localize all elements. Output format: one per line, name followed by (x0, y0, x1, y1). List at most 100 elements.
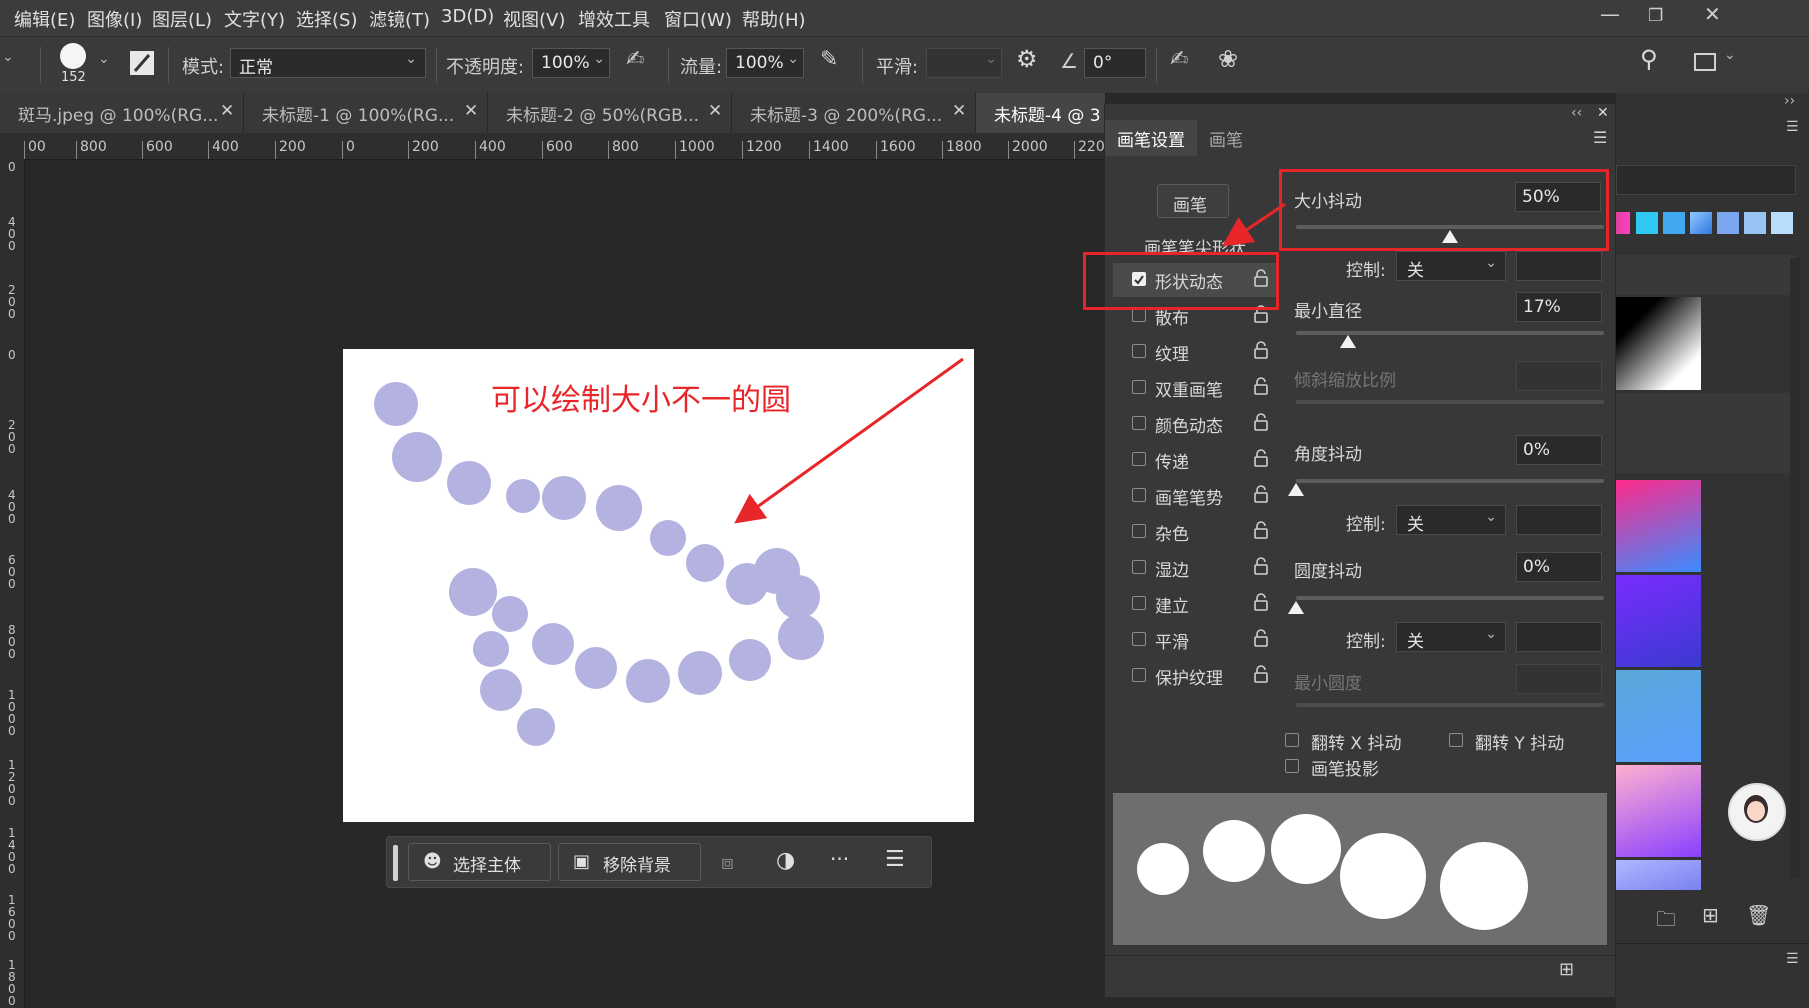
size-pressure-icon[interactable]: ✍ (1170, 47, 1188, 72)
panel-menu-icon[interactable]: ☰ (1593, 128, 1607, 147)
lock-icon[interactable] (1253, 413, 1269, 436)
roundness-control-select[interactable]: 关 ⌄ (1396, 622, 1506, 652)
menu-type[interactable]: 文字(Y) (224, 6, 285, 32)
close-tab-icon[interactable]: ✕ (220, 101, 234, 121)
gear-icon[interactable]: ⚙ (1016, 45, 1038, 73)
new-brush-icon[interactable]: ⊞ (1559, 959, 1574, 980)
chevron-down-icon[interactable]: ⌄ (985, 51, 997, 67)
option-checkbox[interactable] (1132, 452, 1146, 466)
flip-y-checkbox[interactable] (1449, 733, 1463, 747)
flow-field[interactable]: 100% ⌄ (726, 48, 804, 78)
lock-icon[interactable] (1253, 377, 1269, 400)
menu-image[interactable]: 图像(I) (87, 6, 142, 32)
tab-untitled-3[interactable]: 未标题-3 @ 200%(RG... ✕ (732, 93, 976, 133)
option-checkbox[interactable] (1132, 596, 1146, 610)
close-tab-icon[interactable]: ✕ (952, 101, 966, 121)
close-window-icon[interactable]: ✕ (1704, 2, 1721, 26)
swatch[interactable] (1690, 212, 1712, 234)
lock-icon[interactable] (1253, 593, 1269, 616)
tab-brush-settings[interactable]: 画笔设置 (1105, 120, 1197, 156)
option-checkbox[interactable] (1132, 308, 1146, 322)
airbrush-icon[interactable]: ✎ (820, 47, 838, 72)
brush-picker-chevron-icon[interactable]: ⌄ (98, 51, 110, 67)
gradient-pink-purple[interactable] (1616, 765, 1701, 857)
size-control-extra-field[interactable] (1516, 251, 1602, 281)
menu-plugins[interactable]: 增效工具 (578, 6, 650, 32)
brush-option-7[interactable]: 杂色 (1113, 515, 1277, 549)
new-item-icon[interactable]: ⊞ (1702, 903, 1719, 927)
option-checkbox[interactable] (1132, 668, 1146, 682)
size-control-select[interactable]: 关 ⌄ (1396, 251, 1506, 281)
close-tab-icon[interactable]: ✕ (708, 101, 722, 121)
swatch[interactable] (1717, 212, 1739, 234)
roundness-control-extra-field[interactable] (1516, 622, 1602, 652)
swatch[interactable] (1744, 212, 1766, 234)
option-checkbox[interactable] (1132, 488, 1146, 502)
lock-icon[interactable] (1253, 521, 1269, 544)
tab-untitled-1[interactable]: 未标题-1 @ 100%(RG... ✕ (244, 93, 488, 133)
option-checkbox[interactable] (1132, 560, 1146, 574)
gradient-lavender[interactable] (1616, 860, 1701, 890)
option-checkbox[interactable] (1132, 344, 1146, 358)
swatch[interactable] (1771, 212, 1793, 234)
gradient-teal-blue[interactable] (1616, 670, 1701, 762)
close-panel-icon[interactable]: ✕ (1597, 105, 1609, 121)
symmetry-butterfly-icon[interactable]: ❀ (1218, 45, 1238, 73)
menu-view[interactable]: 视图(V) (503, 6, 565, 32)
brush-preview-icon[interactable] (60, 43, 86, 69)
folder-icon[interactable]: 🗀 (1656, 905, 1676, 939)
remove-background-button[interactable]: ▣ 移除背景 (558, 843, 701, 881)
gradient-pink-blue[interactable] (1616, 480, 1701, 572)
angle-control-extra-field[interactable] (1516, 505, 1602, 535)
menu-3d[interactable]: 3D(D) (441, 6, 494, 27)
drag-handle[interactable] (393, 845, 398, 881)
workspace-icon[interactable] (1694, 53, 1716, 71)
tab-zebra[interactable]: 斑马.jpeg @ 100%(RG... ✕ (0, 93, 244, 133)
gradient-black-white[interactable] (1616, 297, 1701, 390)
chevron-down-icon[interactable]: ⌄ (787, 51, 799, 67)
option-checkbox[interactable] (1132, 524, 1146, 538)
select-subject-button[interactable]: ☻ 选择主体 (408, 843, 551, 881)
mode-select[interactable]: 正常 ⌄ (230, 48, 426, 78)
trash-icon[interactable]: 🗑 (1746, 903, 1771, 927)
swatch[interactable] (1636, 212, 1658, 234)
minimize-icon[interactable]: — (1600, 2, 1620, 26)
option-checkbox[interactable] (1132, 380, 1146, 394)
smoothing-field[interactable]: ⌄ (926, 48, 1002, 78)
min-diameter-field[interactable]: 17% (1516, 292, 1602, 322)
transform-icon[interactable]: ⧈ (721, 850, 734, 874)
close-tab-icon[interactable]: ✕ (464, 101, 478, 121)
tool-preset-chevron-icon[interactable]: ⌄ (2, 49, 14, 65)
opacity-field[interactable]: 100% ⌄ (532, 48, 610, 78)
lock-icon[interactable] (1253, 629, 1269, 652)
tab-untitled-2[interactable]: 未标题-2 @ 50%(RGB... ✕ (488, 93, 732, 133)
swatch[interactable] (1663, 212, 1685, 234)
brush-option-6[interactable]: 画笔笔势 (1113, 479, 1277, 513)
lock-icon[interactable] (1253, 665, 1269, 688)
min-diameter-thumb[interactable] (1340, 335, 1357, 348)
brush-option-3[interactable]: 双重画笔 (1113, 371, 1277, 405)
brush-option-10[interactable]: 平滑 (1113, 623, 1277, 657)
search-icon[interactable]: ⚲ (1640, 45, 1658, 73)
brush-option-8[interactable]: 湿边 (1113, 551, 1277, 585)
settings-sliders-icon[interactable]: ☰ (885, 847, 905, 872)
gradient-purple[interactable] (1616, 575, 1701, 667)
swatch[interactable] (1616, 212, 1630, 234)
flip-x-checkbox[interactable] (1285, 733, 1299, 747)
more-button[interactable]: ··· (830, 847, 849, 871)
menu-window[interactable]: 窗口(W) (664, 6, 732, 32)
chevron-down-icon[interactable]: ⌄ (1724, 47, 1736, 63)
angle-control-select[interactable]: 关 ⌄ (1396, 505, 1506, 535)
menu-help[interactable]: 帮助(H) (742, 6, 806, 32)
angle-jitter-field[interactable]: 0% (1516, 435, 1602, 465)
menu-layer[interactable]: 图层(L) (152, 6, 212, 32)
roundness-jitter-field[interactable]: 0% (1516, 552, 1602, 582)
adjust-icon[interactable]: ◑ (776, 848, 795, 873)
roundness-jitter-thumb[interactable] (1288, 601, 1304, 614)
swatch-search-field[interactable] (1616, 165, 1796, 195)
lock-icon[interactable] (1253, 449, 1269, 472)
brush-option-4[interactable]: 颜色动态 (1113, 407, 1277, 441)
lock-icon[interactable] (1253, 341, 1269, 364)
expand-icon[interactable]: ›› (1784, 93, 1795, 109)
lock-icon[interactable] (1253, 557, 1269, 580)
